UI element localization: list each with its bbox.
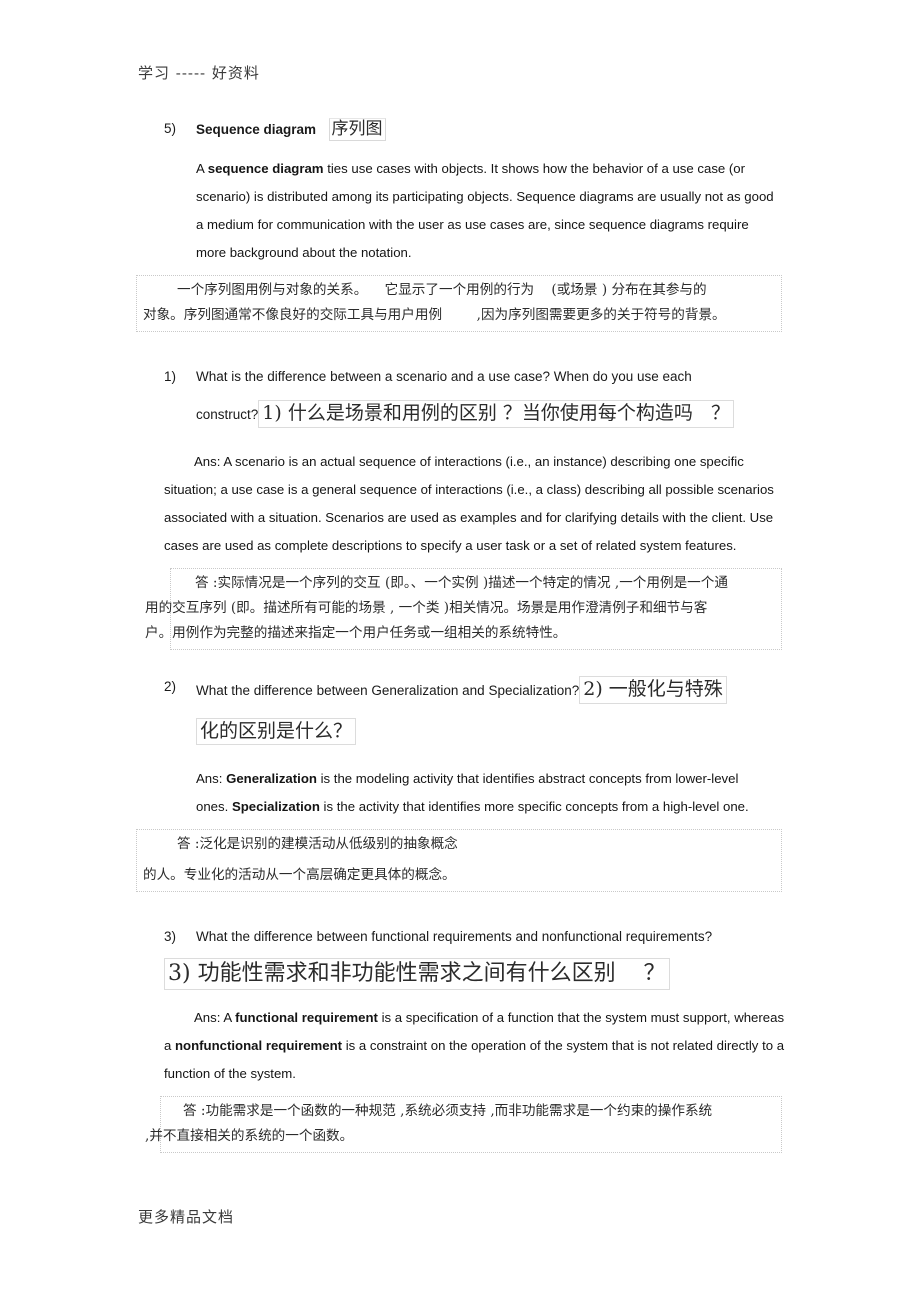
answer-3-en: Ans: A functional requirement is a speci… xyxy=(164,1004,792,1088)
cn-line: 的人。专业化的活动从一个高层确定更具体的概念。 xyxy=(143,867,456,884)
sequence-diagram-body-cn: 一个序列图用例与对象的关系。 它显示了一个用例的行为 (或场景 ) 分布在其参与… xyxy=(136,275,782,333)
question-1: 1) What is the difference between a scen… xyxy=(0,366,920,650)
cn-line: ,并不直接相关的系统的一个函数。 xyxy=(145,1127,354,1144)
answer-bold-term-2: nonfunctional requirement xyxy=(175,1037,343,1053)
heading-text-en: Sequence diagram xyxy=(196,122,317,137)
answer-2-cn: 答 :泛化是识别的建模活动从低级别的抽象概念 的人。专业化的活动从一个高层确定更… xyxy=(136,829,782,893)
question-text-en: What is the difference between a scenari… xyxy=(196,369,692,385)
answer-mid-2: is the activity that identifies more spe… xyxy=(319,799,749,815)
question-text-en: What the difference between Generalizati… xyxy=(196,682,580,698)
question-text-en-cont: construct? xyxy=(196,407,259,423)
cn-line: 答 :泛化是识别的建模活动从低级别的抽象概念 xyxy=(177,836,458,853)
body-lead: A xyxy=(196,161,208,177)
list-marker: 3) xyxy=(164,929,177,945)
question-text-cn: 1) 什么是场景和用例的区别 ？当你使用每个构造吗 ？ xyxy=(258,400,734,428)
answer-text: Ans: A scenario is an actual sequence of… xyxy=(164,453,774,553)
heading-text-cn: 序列图 xyxy=(328,118,386,142)
answer-bold-term-1: functional requirement xyxy=(235,1009,378,1025)
cn-line: 用的交互序列 (即。描述所有可能的场景 , 一个类 )相关情况。场景是用作澄清例… xyxy=(145,599,708,616)
answer-line2-pre: ones. xyxy=(196,799,232,815)
cn-line: 答 :功能需求是一个函数的一种规范 ,系统必须支持 ,而非功能需求是一个约束的操… xyxy=(183,1102,713,1119)
question-text-en: What the difference between functional r… xyxy=(196,929,713,945)
question-text-cn-line1: 2) 一般化与特殊 xyxy=(579,675,727,704)
question-3-heading-cn: 3) 功能性需求和非功能性需求之间有什么区别 ？ xyxy=(164,958,920,990)
question-text-cn: 3) 功能性需求和非功能性需求之间有什么区别 ？ xyxy=(164,958,670,990)
running-foot: 更多精品文档 xyxy=(138,1208,235,1226)
answer-lead: Ans: xyxy=(196,771,227,787)
question-1-heading-line2: construct? 1) 什么是场景和用例的区别 ？当你使用每个构造吗 ？ xyxy=(196,400,920,428)
list-marker: 2) xyxy=(164,678,177,694)
body-bold-term: sequence diagram xyxy=(207,161,324,177)
answer-2-en: Ans: Generalization is the modeling acti… xyxy=(196,765,782,793)
question-3-heading: 3) What the difference between functiona… xyxy=(0,926,920,948)
answer-bold-term-2: Specialization xyxy=(231,799,320,815)
answer-mid-1: is the modeling activity that identifies… xyxy=(316,771,739,787)
answer-3-cn: 答 :功能需求是一个函数的一种规范 ,系统必须支持 ,而非功能需求是一个约束的操… xyxy=(145,1095,782,1153)
answer-1-cn: 答 :实际情况是一个序列的交互 (即。、一个实例 )描述一个特定的情况 ,一个用… xyxy=(145,567,782,650)
answer-2-en-cont: ones. Specialization is the activity tha… xyxy=(196,793,782,821)
section-sequence-diagram-heading: 5) Sequence diagram 序列图 xyxy=(0,118,920,142)
question-3: 3) What the difference between functiona… xyxy=(0,926,920,1153)
sequence-diagram-body-en: A sequence diagram ties use cases with o… xyxy=(196,155,780,267)
cn-line: 户。用例作为完整的描述来指定一个用户任务或一组相关的系统特性。 xyxy=(145,624,567,641)
running-head: 学习 ----- 好资料 xyxy=(138,64,260,82)
document-page: 学习 ----- 好资料 5) Sequence diagram 序列图 A s… xyxy=(0,0,920,1303)
question-text-cn-line2: 化的区别是什么？ xyxy=(196,717,357,746)
question-2-heading: 2) What the difference between Generaliz… xyxy=(0,675,920,704)
list-marker: 1) xyxy=(164,369,177,385)
cn-line: 答 :实际情况是一个序列的交互 (即。、一个实例 )描述一个特定的情况 ,一个用… xyxy=(195,574,728,591)
answer-lead: Ans: A xyxy=(194,1009,236,1025)
answer-1-en: Ans: A scenario is an actual sequence of… xyxy=(164,448,792,560)
cn-line: 对象。序列图通常不像良好的交际工具与用户用例 ,因为序列图需要更多的关于符号的背… xyxy=(143,307,726,324)
question-1-heading: 1) What is the difference between a scen… xyxy=(0,366,920,388)
question-2: 2) What the difference between Generaliz… xyxy=(0,675,920,893)
document-content: 5) Sequence diagram 序列图 A sequence diagr… xyxy=(0,118,920,1153)
question-2-heading-line2: 化的区别是什么？ xyxy=(196,717,920,746)
answer-bold-term-1: Generalization xyxy=(226,771,317,787)
cn-line: 一个序列图用例与对象的关系。 它显示了一个用例的行为 (或场景 ) 分布在其参与… xyxy=(177,282,707,299)
list-marker: 5) xyxy=(164,121,177,136)
